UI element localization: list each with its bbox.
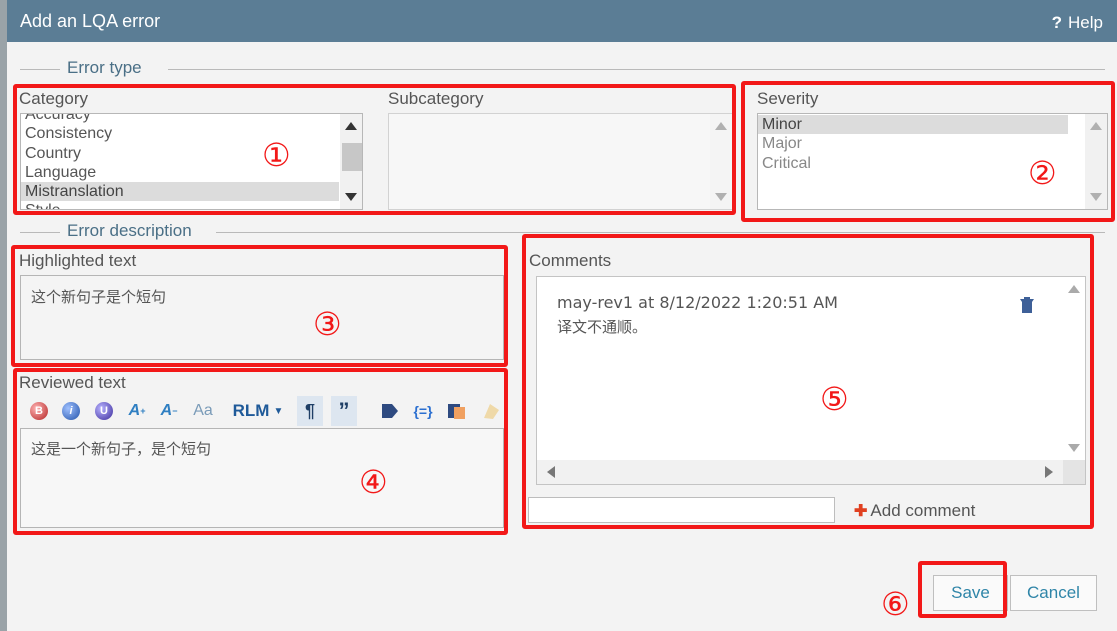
annotation-marker-5: ⑤ bbox=[820, 380, 849, 418]
annotation-marker-6: ⑥ bbox=[881, 585, 910, 623]
help-icon: ? bbox=[1051, 13, 1063, 32]
error-description-heading: Error description bbox=[67, 221, 192, 240]
annotation-box-5 bbox=[522, 234, 1094, 529]
annotation-marker-1: ① bbox=[262, 136, 291, 174]
cancel-button[interactable]: Cancel bbox=[1010, 575, 1097, 611]
help-link[interactable]: ? Help bbox=[1052, 13, 1103, 33]
help-label: Help bbox=[1068, 13, 1103, 32]
annotation-box-6 bbox=[918, 561, 1007, 618]
annotation-box-2 bbox=[741, 81, 1115, 222]
annotation-box-4 bbox=[13, 368, 508, 535]
dialog-title: Add an LQA error bbox=[20, 11, 161, 31]
dialog-titlebar: Add an LQA error ? Help bbox=[7, 0, 1117, 42]
error-type-heading: Error type bbox=[67, 58, 142, 77]
error-type-section: Error type bbox=[20, 58, 1105, 80]
annotation-box-3 bbox=[11, 245, 508, 367]
annotation-marker-2: ② bbox=[1028, 154, 1057, 192]
annotation-box-1 bbox=[13, 84, 736, 215]
annotation-marker-3: ③ bbox=[313, 305, 342, 343]
annotation-marker-4: ④ bbox=[359, 463, 388, 501]
